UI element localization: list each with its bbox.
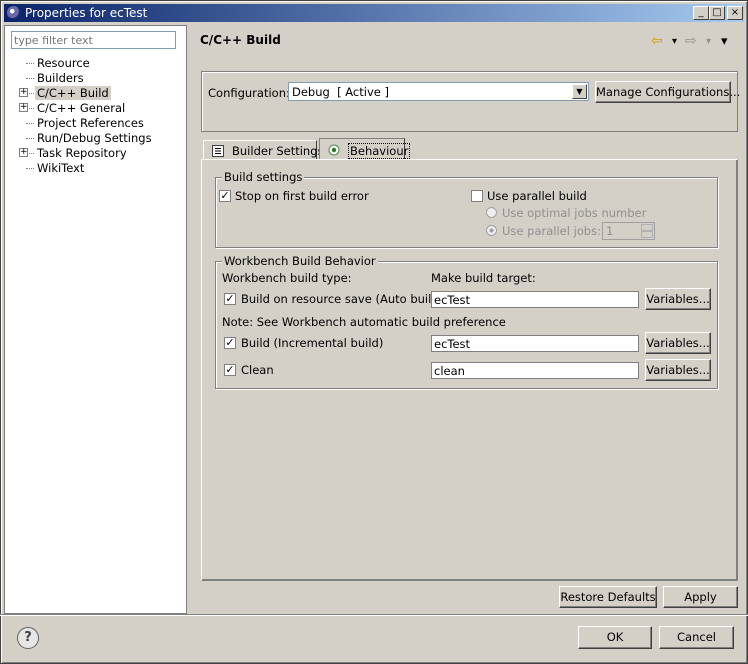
configuration-label: Configuration: (208, 86, 290, 100)
tree-item-label: Task Repository (37, 146, 127, 160)
chevron-down-icon[interactable]: ▼ (572, 84, 587, 99)
tree-item-label: Run/Debug Settings (37, 131, 152, 145)
tab-builder-settings-label: Builder Settings (232, 144, 324, 158)
tab-behaviour[interactable]: Behaviour (319, 138, 411, 160)
expand-icon[interactable]: + (19, 88, 28, 97)
parallel-build-checkbox[interactable] (471, 190, 483, 202)
build-settings-title: Build settings (222, 170, 305, 184)
clean-target-field[interactable]: clean (431, 362, 639, 379)
tree-item-label: C/C++ General (37, 101, 126, 115)
window-title: Properties for ecTest (25, 6, 148, 20)
manage-configurations-button[interactable]: Manage Configurations... (595, 81, 740, 103)
restore-defaults-button[interactable]: Restore Defaults (559, 586, 657, 608)
workbench-note: Note: See Workbench automatic build pref… (222, 315, 506, 329)
close-button[interactable]: × (727, 6, 743, 20)
help-icon[interactable]: ? (17, 627, 39, 649)
stop-on-error-checkbox[interactable]: ✓ (219, 190, 231, 202)
tree-item-label: C/C++ Build (35, 86, 111, 100)
tree-item[interactable]: Project References (5, 116, 180, 131)
tree-item-label: Builders (37, 71, 84, 85)
title-bar[interactable]: Properties for ecTest _ □ × (4, 4, 744, 22)
tree-item[interactable]: Run/Debug Settings (5, 131, 180, 146)
configuration-combo[interactable]: Debug [ Active ] ▼ (288, 82, 589, 101)
eclipse-icon (7, 6, 20, 19)
workbench-build-title: Workbench Build Behavior (222, 254, 378, 268)
clean-checkbox[interactable]: ✓ (224, 364, 236, 376)
auto-build-checkbox[interactable]: ✓ (224, 293, 236, 305)
tab-behaviour-label: Behaviour (348, 143, 411, 159)
back-arrow-icon[interactable]: ⇦ (651, 33, 663, 49)
tree-connector (26, 123, 34, 124)
tree-item[interactable]: + C/C++ Build (5, 86, 180, 101)
tree-item[interactable]: Resource (5, 56, 180, 71)
incremental-build-checkbox[interactable]: ✓ (224, 337, 236, 349)
tree-item-label: Project References (37, 116, 144, 130)
clean-variables-button[interactable]: Variables... (645, 359, 711, 381)
stop-on-error-label[interactable]: Stop on first build error (235, 189, 369, 203)
optimal-jobs-radio[interactable] (486, 207, 497, 218)
workbench-build-type-label: Workbench build type: (222, 271, 352, 285)
tab-builder-settings[interactable]: Builder Settings (203, 140, 324, 160)
forward-arrow-icon[interactable]: ⇨ (685, 33, 697, 49)
cancel-button[interactable]: Cancel (659, 626, 734, 649)
minimize-button[interactable]: _ (693, 6, 709, 20)
list-icon (212, 145, 224, 160)
apply-button[interactable]: Apply (663, 586, 738, 608)
page-title: C/C++ Build (200, 33, 281, 47)
check-icon: ✓ (220, 189, 230, 202)
radio-icon (328, 144, 340, 159)
expand-icon[interactable]: + (19, 103, 28, 112)
make-build-target-label: Make build target: (431, 271, 536, 285)
parallel-jobs-spinner[interactable]: 1 (602, 222, 655, 240)
parallel-jobs-radio[interactable] (486, 225, 497, 236)
tree-connector (26, 168, 34, 169)
check-icon: ✓ (225, 292, 235, 305)
back-history-dropdown-icon[interactable]: ▾ (672, 36, 677, 47)
tree-item-label: Resource (37, 56, 90, 70)
auto-build-target-field[interactable]: ecTest (431, 291, 639, 308)
tree-item-label: WikiText (37, 161, 85, 175)
tree-connector (26, 78, 34, 79)
tree-connector (26, 63, 34, 64)
page-tree-panel: ResourceBuilders + C/C++ Build + C/C++ Gener… (4, 25, 187, 614)
parallel-jobs-value: 1 (606, 224, 614, 238)
incremental-build-target-field[interactable]: ecTest (431, 335, 639, 352)
view-menu-icon[interactable]: ▾ (721, 34, 728, 49)
forward-history-dropdown-icon[interactable]: ▾ (706, 36, 711, 47)
parallel-build-label[interactable]: Use parallel build (487, 189, 587, 203)
check-icon: ✓ (225, 336, 235, 349)
optimal-jobs-label: Use optimal jobs number (502, 206, 647, 220)
maximize-button[interactable]: □ (709, 6, 725, 20)
expand-icon[interactable]: + (19, 148, 28, 157)
spin-down-icon[interactable] (641, 231, 653, 238)
auto-build-label[interactable]: Build on resource save (Auto build) (241, 292, 443, 306)
tree-item[interactable]: WikiText (5, 161, 180, 176)
footer-divider (0, 614, 748, 616)
check-icon: ✓ (225, 363, 235, 376)
tree-item[interactable]: Builders (5, 71, 180, 86)
tree-item[interactable]: + Task Repository (5, 146, 180, 161)
clean-label[interactable]: Clean (241, 363, 274, 377)
ok-button[interactable]: OK (578, 626, 652, 649)
auto-build-variables-button[interactable]: Variables... (645, 288, 711, 310)
incremental-build-variables-button[interactable]: Variables... (645, 332, 711, 354)
tree-connector (26, 138, 34, 139)
configuration-value: Debug [ Active ] (292, 85, 389, 99)
spin-up-icon[interactable] (641, 224, 653, 231)
incremental-build-label[interactable]: Build (Incremental build) (241, 336, 383, 350)
tree-item[interactable]: + C/C++ General (5, 101, 180, 116)
filter-input[interactable] (11, 31, 176, 49)
parallel-jobs-label: Use parallel jobs: (502, 224, 601, 238)
